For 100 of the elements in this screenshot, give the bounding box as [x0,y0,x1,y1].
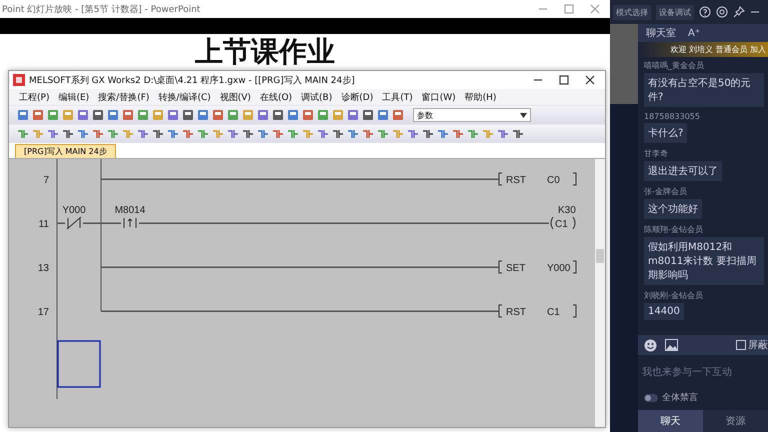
toolbar-icon[interactable] [272,128,284,140]
message-bubble: 有没有占空不是50的元件? [644,73,764,107]
bracket-icon [498,260,502,274]
panel-tab[interactable]: 聊天 [638,410,703,432]
toolbar-icon[interactable] [167,109,179,121]
scrollbar[interactable] [595,159,605,427]
toolbar-icon[interactable] [257,128,269,140]
toolbar-icon[interactable] [17,109,29,121]
menu-item[interactable]: 帮助(H) [464,90,496,104]
toolbar-icon[interactable] [512,128,524,140]
toolbar-icon[interactable] [377,109,389,121]
contact-symbol [66,216,82,230]
toolbar-icon[interactable] [77,128,89,140]
toolbar-icon[interactable] [182,128,194,140]
toolbar-icon[interactable] [122,109,134,121]
toolbar-icon[interactable] [452,128,464,140]
toolbar-icon[interactable] [272,109,284,121]
menu-item[interactable]: 在线(O) [260,90,292,104]
toolbar-icon[interactable] [257,109,269,121]
document-tab[interactable]: [PRG]写入 MAIN 24步 [15,144,116,158]
pin-icon[interactable] [733,6,745,18]
step-number: 17 [38,307,49,318]
toolbar-icon[interactable] [287,109,299,121]
user-name: 甘李奇 [644,148,669,159]
settings-icon[interactable] [716,6,728,18]
menu-item[interactable]: 转换/编译(C) [158,90,211,104]
step-number: 7 [43,175,49,186]
user-name: 18758833055 [644,112,701,121]
toolbar-icon[interactable] [137,128,149,140]
user-name: 张-金牌会员 [644,186,688,197]
toolbar-icon[interactable] [392,109,404,121]
toolbar-icon[interactable] [242,128,254,140]
toolbar-icon[interactable] [212,109,224,121]
toolbar-icon[interactable] [317,128,329,140]
toolbar-icon[interactable] [332,128,344,140]
toolbar-icon[interactable] [182,109,194,121]
instruction-label: SET [506,263,526,274]
menu-item[interactable]: 窗口(W) [422,90,456,104]
toolbar-icon[interactable] [227,128,239,140]
device-label: Y000 [62,205,86,216]
close-icon[interactable] [585,75,595,85]
image-icon[interactable] [665,339,678,351]
toolbar-icon[interactable] [497,128,509,140]
app-icon [13,74,25,86]
operand-label: C1 [555,219,568,230]
menu-item[interactable]: 工具(T) [382,90,413,104]
toolbar-icon[interactable] [347,128,359,140]
font-size-button[interactable]: A⁺ [688,28,700,38]
search-combo[interactable]: 参数 [413,108,531,122]
instruction-label: RST [506,307,526,318]
coil-icon [550,216,554,230]
maximize-icon[interactable] [559,75,569,85]
window-title: Point 幻灯片放映 - [第5节 计数器] - PowerPoint [2,4,200,16]
toolbar-icon[interactable] [362,128,374,140]
message-bubble: 卡什么? [644,123,688,143]
panel-tab[interactable]: 资源 [703,410,768,432]
toolbar-icon[interactable] [362,109,374,121]
toolbar-icon[interactable] [107,109,119,121]
toolbar-icon[interactable] [77,109,89,121]
toolbar-icon[interactable] [302,109,314,121]
toolbar-icon[interactable] [167,128,179,140]
mute-toggle[interactable] [644,394,658,402]
toolbar-icon[interactable] [197,109,209,121]
user-name: 刘晓刚-金钻会员 [644,290,704,301]
bracket-icon [572,172,576,186]
toolbar-icon[interactable] [92,109,104,121]
bracket-icon [498,304,502,318]
operand-label: C0 [547,175,560,186]
toolbar-icon[interactable] [62,128,74,140]
toolbar-icon[interactable] [152,128,164,140]
message-bubble: 这个功能好 [644,199,702,219]
menu-item[interactable]: 诊断(D) [341,90,374,104]
setting-label: K30 [558,205,576,216]
top-button[interactable]: 模式选择 [613,4,651,20]
emoji-icon[interactable] [644,338,657,352]
toolbar-icon[interactable] [47,128,59,140]
toolbar-icon[interactable] [437,128,449,140]
slide-title: 上节课作业 [194,34,336,70]
message-bubble: 14400 [644,303,684,320]
chat-title: 聊天室 [646,26,676,40]
top-button[interactable]: 设备调试 [656,4,694,20]
caret-icon [520,112,527,118]
toolbar-icon[interactable] [347,109,359,121]
menu-item[interactable]: 编辑(E) [58,90,90,104]
message-bubble: 假如利用M8012和m8011来计数 要扫描周期影响吗 [644,237,764,285]
block-checkbox[interactable]: 屏蔽 [736,338,768,352]
help-icon[interactable] [699,6,711,18]
bracket-icon [572,304,576,318]
menu-item[interactable]: 视图(V) [220,90,251,104]
menu-item[interactable]: 调试(B) [301,90,332,104]
menu-item[interactable]: 搜索/替换(F) [98,90,150,104]
contact-symbol [124,218,136,228]
toolbar-icon[interactable] [407,128,419,140]
toolbar-icon[interactable] [92,128,104,140]
toolbar-icon[interactable] [32,109,44,121]
coil-icon [572,216,576,230]
toolbar-icon[interactable] [422,128,434,140]
operand-label: C1 [547,307,560,318]
menu-item[interactable]: 工程(P) [19,90,50,104]
toggle-label: 全体禁言 [662,392,698,404]
